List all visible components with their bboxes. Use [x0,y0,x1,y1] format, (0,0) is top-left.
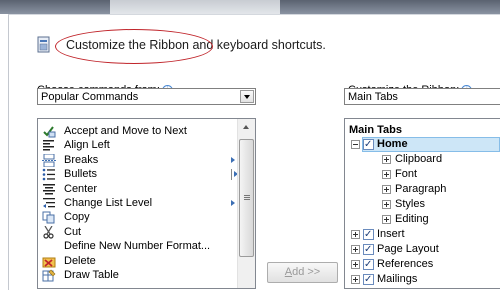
commands-list[interactable]: Accept and Move to Next Align Left Breaks B… [37,118,256,289]
command-label: Delete [64,254,96,267]
bullets-icon [42,168,55,181]
command-list-item[interactable]: Copy [38,210,238,225]
command-list-item[interactable]: Draw Table [38,268,238,283]
ribbon-tree[interactable]: Main Tabs Home Clipboard Font Paragraph Sty… [344,118,500,289]
breaks-icon [42,153,56,167]
command-list-item[interactable]: Define New Number Format... [38,239,238,254]
command-label: Cut [64,225,82,238]
command-list-item[interactable]: Bullets [38,167,238,182]
copy-icon [42,211,55,224]
checkbox-icon[interactable] [363,242,374,257]
checkbox-icon[interactable] [363,227,374,242]
delete-icon [42,257,56,268]
list-level-icon [43,198,55,208]
scrollbar[interactable] [237,119,255,288]
tree-item-label: Paragraph [395,183,447,195]
checkbox-icon[interactable] [363,257,374,272]
command-label: Align Left [64,139,110,152]
center-icon [43,183,55,195]
tree-header: Main Tabs [349,124,402,136]
grip-icon [244,195,250,196]
tree-item-label: References [377,258,434,270]
tree-item-label: Editing [395,213,429,225]
expand-icon[interactable] [382,185,391,194]
tree-item-label: Font [395,168,418,180]
command-list-item[interactable]: Center [38,182,238,197]
command-list-item[interactable]: Breaks [38,153,238,168]
window-title-bar [0,0,500,14]
tree-item-label: Mailings [377,273,418,285]
tree-item-label: Clipboard [395,153,443,165]
expand-icon[interactable] [351,230,360,239]
ribbon-tabs-dropdown[interactable]: Main Tabs [344,88,500,105]
expand-icon[interactable] [382,200,391,209]
checkbox-icon[interactable] [363,137,374,152]
scrollbar-thumb[interactable] [239,139,254,257]
command-label: Accept and Move to Next [64,125,187,137]
command-label: Bullets [64,168,98,181]
customize-ribbon-icon [37,36,50,53]
command-label: Center [64,182,98,195]
title-bar-highlight [110,0,280,14]
tree-item-label: Home [377,138,408,150]
scroll-up-icon[interactable] [243,125,249,129]
split-divider [231,169,232,181]
expand-icon[interactable] [382,155,391,164]
submenu-arrow-icon [231,156,235,163]
tree-item-label: Insert [377,228,405,240]
command-list-item[interactable]: Cut [38,225,238,240]
dropdown-value: Popular Commands [41,91,139,103]
add-button[interactable]: Add >> [267,262,338,283]
tree-item-label: Styles [395,198,425,210]
cut-icon [43,225,54,239]
command-label: Change List Level [64,197,153,209]
draw-table-icon [42,269,56,282]
command-label: Define New Number Format... [64,240,211,253]
command-label: Breaks [64,153,99,166]
command-list-item[interactable]: Accept and Move to Next [38,124,238,139]
dropdown-value: Main Tabs [348,91,398,103]
command-list-item[interactable]: Align Left [38,138,238,153]
command-label: Draw Table [64,269,119,281]
submenu-arrow-icon [231,200,235,206]
collapse-icon[interactable] [351,140,360,149]
expand-icon[interactable] [351,245,360,254]
command-list-item[interactable]: Change List Level [38,196,238,211]
expand-icon[interactable] [351,275,360,284]
expand-icon[interactable] [382,215,391,224]
choose-commands-dropdown[interactable]: Popular Commands [37,88,256,105]
red-highlight-circle [55,29,213,64]
align-left-icon [43,140,54,151]
accept-icon [43,126,56,138]
expand-icon[interactable] [382,170,391,179]
command-list-item[interactable]: Delete [38,254,238,269]
chevron-down-icon[interactable] [240,90,254,103]
tree-item-label: Page Layout [377,243,439,255]
checkbox-icon[interactable] [363,272,374,287]
expand-icon[interactable] [351,260,360,269]
command-label: Copy [64,211,90,224]
